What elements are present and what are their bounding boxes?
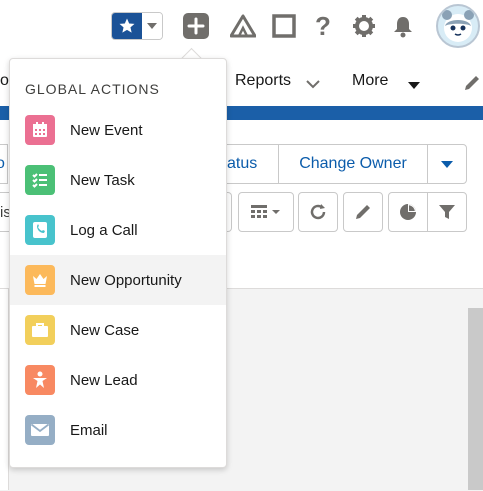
- calendar-icon: [25, 115, 55, 145]
- plus-icon[interactable]: [183, 12, 209, 40]
- menu-item-label: New Case: [70, 321, 140, 339]
- menu-item-label: New Task: [70, 171, 135, 189]
- pencil-icon[interactable]: [343, 192, 383, 232]
- change-owner-label: Change Owner: [299, 155, 407, 172]
- global-actions-menu: GLOBAL ACTIONS New Event New Task Log a …: [9, 58, 227, 468]
- menu-title: GLOBAL ACTIONS: [25, 81, 160, 97]
- trailhead-icon[interactable]: [229, 12, 257, 40]
- pie-chart-icon[interactable]: [388, 192, 428, 232]
- menu-item-new-task[interactable]: New Task: [10, 155, 226, 205]
- refresh-icon[interactable]: [298, 192, 338, 232]
- task-icon: [25, 165, 55, 195]
- chevron-down-icon[interactable]: [142, 13, 162, 39]
- change-status-label: atus: [227, 155, 258, 172]
- chevron-down-icon: [441, 160, 453, 168]
- question-icon[interactable]: ?: [312, 11, 334, 41]
- filter-icon[interactable]: [427, 192, 467, 232]
- square-icon[interactable]: [270, 12, 298, 40]
- menu-item-email[interactable]: Email: [10, 405, 226, 455]
- briefcase-icon: [25, 315, 55, 345]
- nav-item-fragment[interactable]: o: [0, 72, 9, 90]
- more-actions-button[interactable]: [427, 144, 467, 184]
- avatar[interactable]: [436, 4, 480, 48]
- table-icon[interactable]: [238, 192, 294, 232]
- caret-down-icon[interactable]: [407, 77, 421, 95]
- bell-icon[interactable]: [390, 12, 416, 40]
- menu-item-new-opportunity[interactable]: New Opportunity: [10, 255, 226, 305]
- astro-avatar-icon: [442, 10, 474, 42]
- vertical-scrollbar[interactable]: [468, 308, 483, 490]
- nav-item-more[interactable]: More: [352, 72, 388, 90]
- star-icon[interactable]: [112, 13, 142, 39]
- phone-icon: [25, 215, 55, 245]
- menu-item-new-case[interactable]: New Case: [10, 305, 226, 355]
- gear-icon[interactable]: [350, 12, 378, 40]
- pencil-icon[interactable]: [463, 74, 481, 97]
- menu-item-new-lead[interactable]: New Lead: [10, 355, 226, 405]
- menu-item-new-event[interactable]: New Event: [10, 105, 226, 155]
- menu-item-label: New Lead: [70, 371, 138, 389]
- email-icon: [25, 415, 55, 445]
- change-owner-button[interactable]: Change Owner: [278, 144, 428, 184]
- crown-icon: [25, 265, 55, 295]
- action-button-fragment-label: o: [0, 155, 5, 172]
- favorites-button-group[interactable]: [111, 12, 163, 40]
- action-button-fragment[interactable]: o: [0, 144, 8, 184]
- menu-item-label: New Event: [70, 121, 143, 139]
- person-star-icon: [25, 365, 55, 395]
- list-row-stubs: [0, 289, 9, 490]
- nav-item-reports[interactable]: Reports: [235, 72, 291, 90]
- menu-item-label: Email: [70, 421, 108, 439]
- menu-item-label: Log a Call: [70, 221, 138, 239]
- menu-item-log-a-call[interactable]: Log a Call: [10, 205, 226, 255]
- menu-item-label: New Opportunity: [70, 271, 182, 289]
- chevron-down-icon[interactable]: [306, 76, 320, 94]
